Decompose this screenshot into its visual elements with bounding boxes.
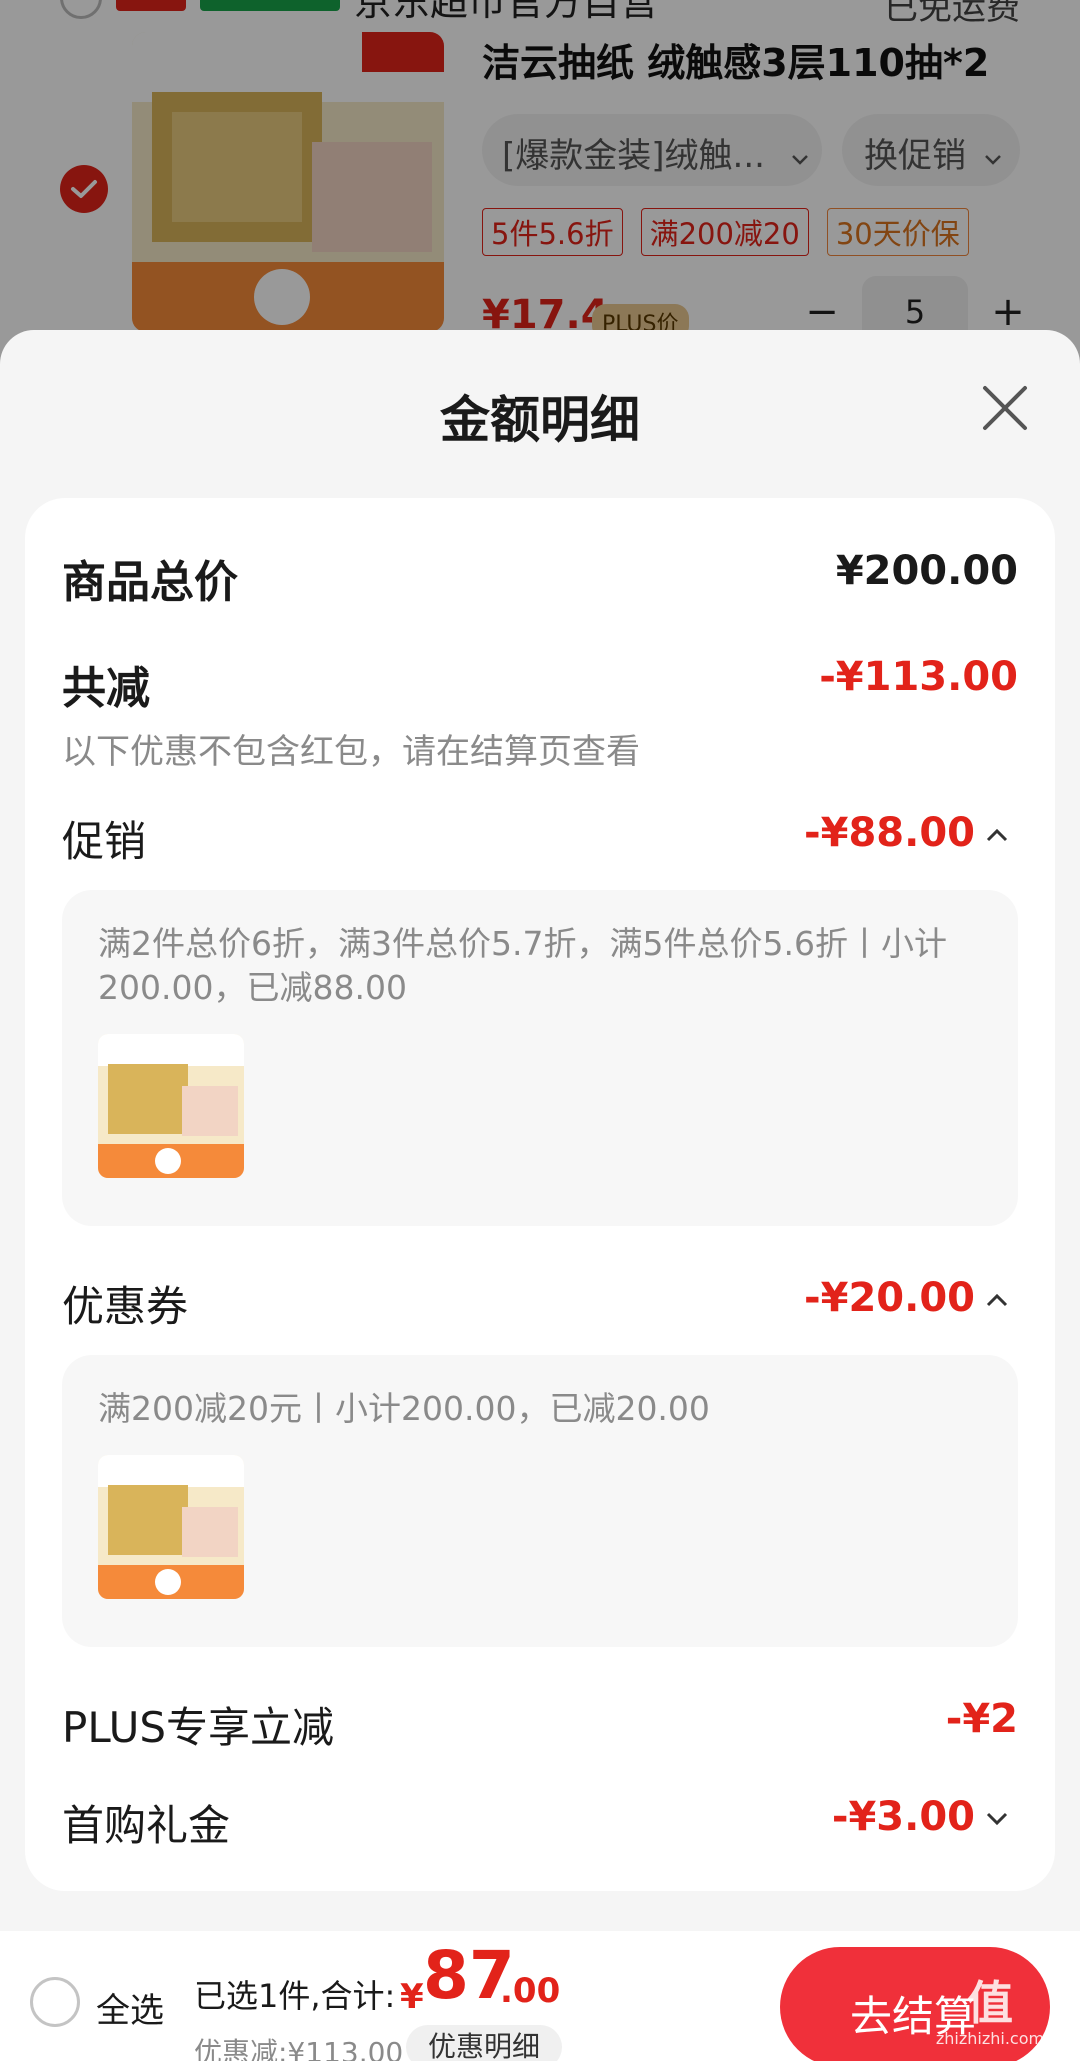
detail-card: 商品总价 ¥200.00 共减 -¥113.00 以下优惠不包含红包，请在结算页… <box>25 498 1055 1891</box>
promo-detail-box: 满2件总价6折，满3件总价5.7折，满5件总价5.6折丨小计200.00，已减8… <box>62 890 1018 1226</box>
overlay-mask[interactable] <box>0 0 1080 360</box>
chevron-up-icon[interactable] <box>984 826 1010 844</box>
total-currency: ¥ <box>400 1977 424 2017</box>
plus-reduce-value: -¥2 <box>945 1696 1018 1742</box>
discount-summary: 优惠减:¥113.00 <box>194 2036 404 2061</box>
watermark: 值 zhizhizhi.com <box>930 1977 1050 2061</box>
amount-detail-sheet: 金额明细 商品总价 ¥200.00 共减 -¥113.00 以下优惠不包含红包，… <box>0 330 1080 2061</box>
promo-label: 促销 <box>62 817 147 866</box>
close-icon[interactable] <box>975 378 1035 438</box>
coupon-detail-text: 满200减20元丨小计200.00，已减20.00 <box>98 1389 710 1428</box>
select-all-checkbox[interactable] <box>30 1977 80 2027</box>
checkout-bar: 全选 已选1件,合计: ¥ 87 .00 优惠减:¥113.00 优惠明细 去结… <box>0 1931 1080 2061</box>
watermark-url: zhizhizhi.com <box>935 2029 1045 2048</box>
first-buy-value[interactable]: -¥3.00 <box>832 1794 975 1840</box>
discount-detail-button[interactable]: 优惠明细 <box>406 2025 562 2061</box>
reduce-note: 以下优惠不包含红包，请在结算页查看 <box>62 732 640 772</box>
coupon-label: 优惠券 <box>62 1282 189 1331</box>
plus-reduce-label: PLUS专享立减 <box>62 1703 335 1752</box>
first-buy-label: 首购礼金 <box>62 1801 231 1850</box>
select-all-label[interactable]: 全选 <box>96 1983 164 2032</box>
total-price-value: ¥200.00 <box>835 548 1018 594</box>
chevron-up-icon[interactable] <box>984 1291 1010 1309</box>
total-price-label: 商品总价 <box>62 557 238 608</box>
promo-detail-text: 满2件总价6折，满3件总价5.7折，满5件总价5.6折丨小计200.00，已减8… <box>98 924 947 1007</box>
product-thumbnail[interactable] <box>98 1455 244 1599</box>
selected-summary: 已选1件,合计: <box>194 1977 396 2015</box>
product-thumbnail[interactable] <box>98 1034 244 1178</box>
total-reduce-label: 共减 <box>62 663 150 714</box>
promo-value[interactable]: -¥88.00 <box>804 810 975 856</box>
coupon-value[interactable]: -¥20.00 <box>804 1275 975 1321</box>
total-decimal: .00 <box>500 1971 561 2011</box>
chevron-down-icon[interactable] <box>984 1810 1010 1828</box>
total-reduce-value: -¥113.00 <box>819 654 1018 700</box>
sheet-title: 金额明细 <box>440 391 640 449</box>
coupon-detail-box: 满200减20元丨小计200.00，已减20.00 <box>62 1355 1018 1647</box>
watermark-logo: 值 <box>967 1976 1013 2030</box>
